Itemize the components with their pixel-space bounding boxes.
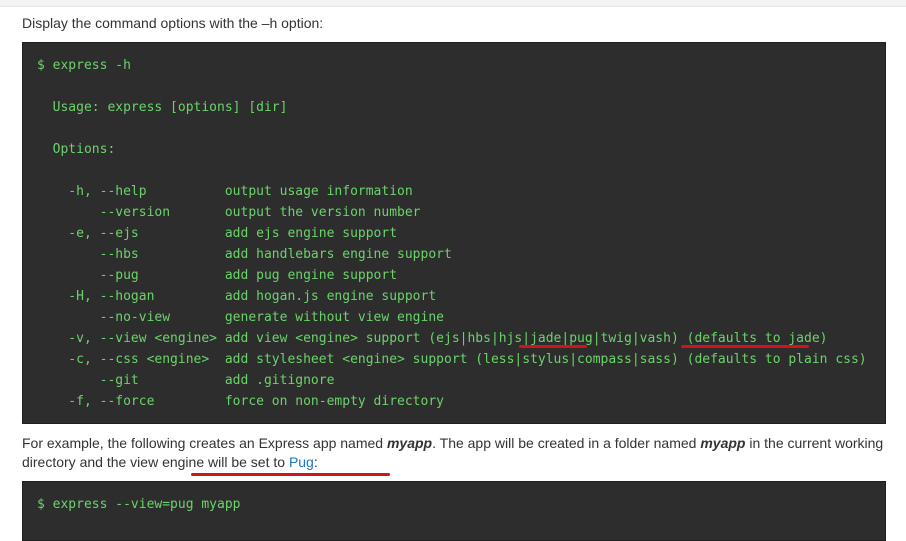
code-create-app: $ express --view=pug myapp <box>37 497 241 512</box>
paragraph-text-2: . The app will be created in a folder na… <box>432 435 701 451</box>
top-divider <box>0 0 906 7</box>
annotation-underline-view-engine <box>191 473 390 476</box>
paragraph-text-4: : <box>313 454 318 470</box>
code-block-help-output: $ express -h Usage: express [options] [d… <box>22 42 886 424</box>
code-help-output: $ express -h Usage: express [options] [d… <box>37 58 867 409</box>
app-name-1: myapp <box>386 435 433 451</box>
intro-text: Display the command options with the –h … <box>22 15 324 31</box>
code-block-create-app: $ express --view=pug myapp <box>22 481 886 541</box>
annotation-underline-defaults <box>681 345 809 348</box>
app-name-2: myapp <box>700 435 746 451</box>
pug-link[interactable]: Pug <box>289 454 314 470</box>
paragraph-text-1: For example, the following creates an Ex… <box>22 435 387 451</box>
example-paragraph: For example, the following creates an Ex… <box>22 434 892 472</box>
annotation-underline-jade-pug <box>519 345 587 348</box>
